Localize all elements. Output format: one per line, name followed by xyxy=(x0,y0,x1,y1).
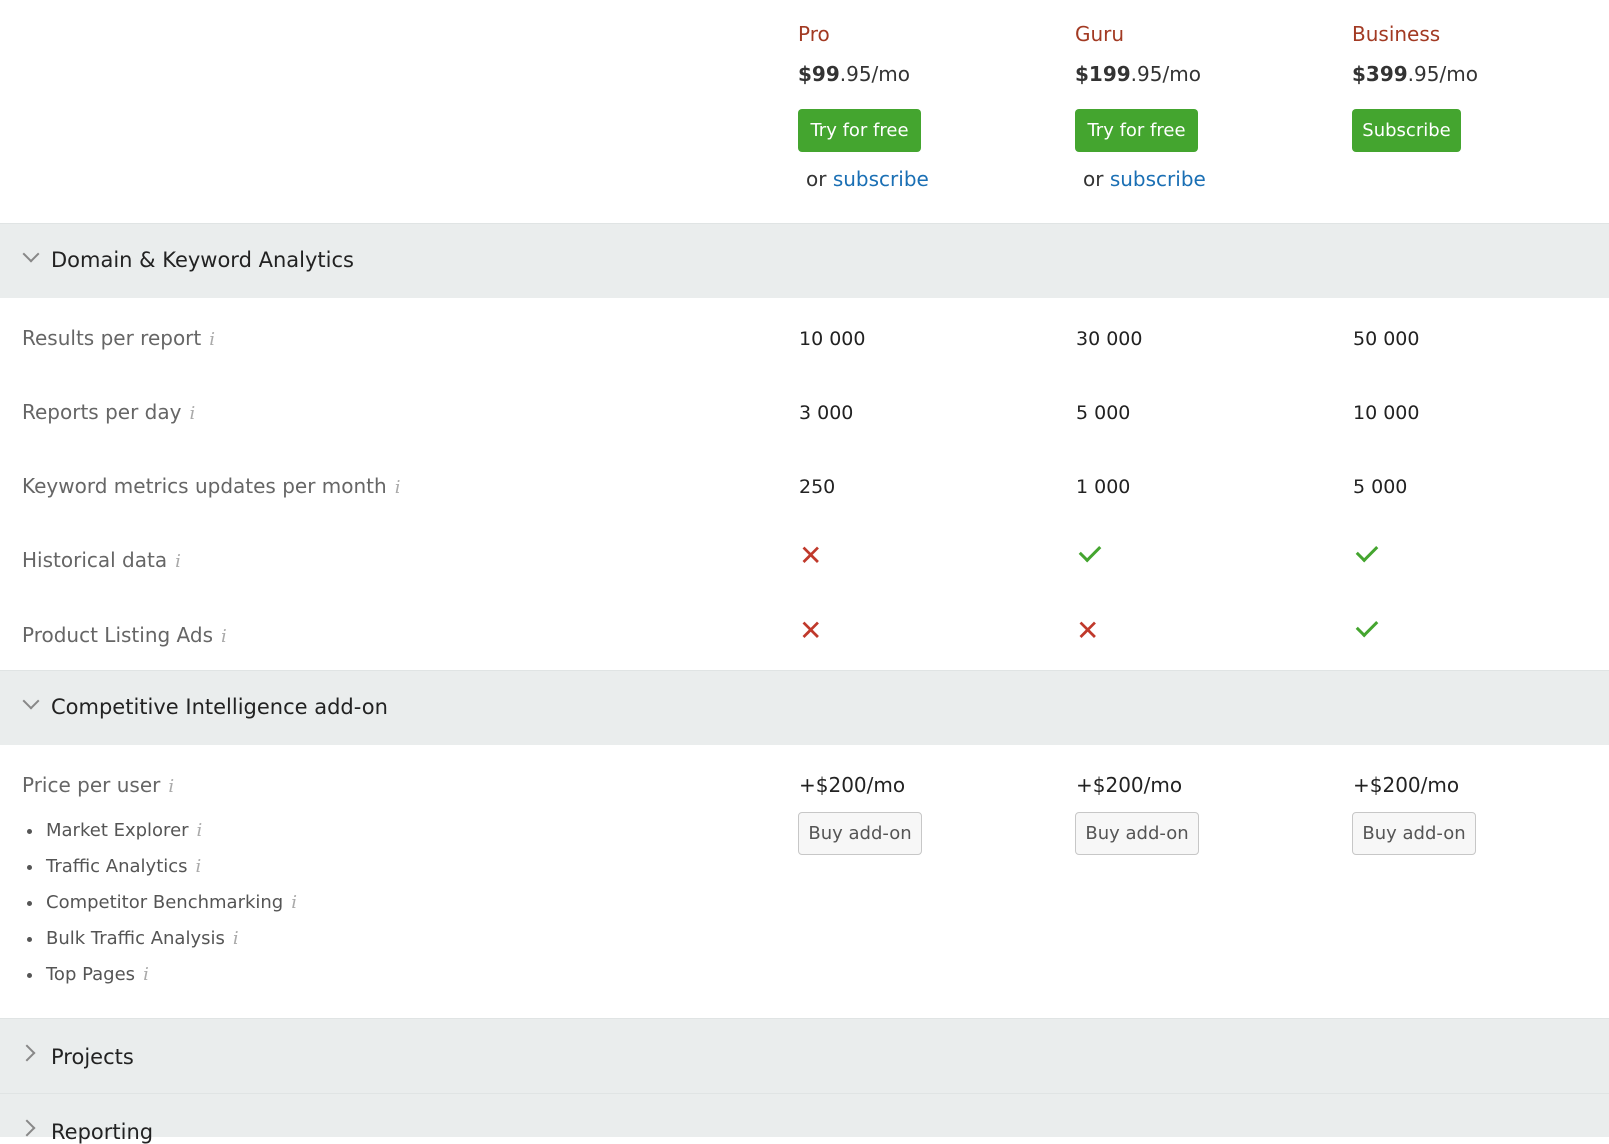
info-icon[interactable]: i xyxy=(189,403,195,424)
cross-icon: ✕ xyxy=(799,539,823,572)
section-reporting[interactable]: Reporting xyxy=(0,1093,1609,1144)
row-label: Product Listing Ads i xyxy=(22,623,227,647)
subscribe-link[interactable]: subscribe xyxy=(833,167,929,191)
plan-name: Business xyxy=(1352,22,1441,46)
cell-value: 1 000 xyxy=(1076,476,1131,498)
cell-value: 5 000 xyxy=(1353,476,1408,498)
info-icon[interactable]: i xyxy=(291,892,297,913)
row-label: Results per report i xyxy=(22,326,216,350)
chevron-right-icon xyxy=(18,1119,36,1137)
chevron-down-icon xyxy=(22,692,40,710)
info-icon[interactable]: i xyxy=(221,626,227,647)
list-item: Top Pages i xyxy=(27,964,149,985)
cell-value: 10 000 xyxy=(799,328,866,350)
check-icon xyxy=(1355,614,1379,638)
subscribe-link[interactable]: subscribe xyxy=(1110,167,1206,191)
plan-name: Pro xyxy=(798,22,830,46)
addon-price: +$200/mo xyxy=(799,773,906,797)
info-icon[interactable]: i xyxy=(168,776,174,797)
bullet-icon xyxy=(27,900,32,906)
row-label: Historical data i xyxy=(22,548,181,572)
check-icon xyxy=(1355,539,1379,563)
bullet-icon xyxy=(27,828,32,834)
buy-addon-button[interactable]: Buy add-on xyxy=(1075,812,1199,855)
plan-price: $199.95/mo xyxy=(1075,62,1201,86)
chevron-down-icon xyxy=(22,245,40,263)
cell-value: 3 000 xyxy=(799,402,854,424)
plan-price: $99.95/mo xyxy=(798,62,911,86)
row-label: Reports per day i xyxy=(22,400,196,424)
list-item: Market Explorer i xyxy=(27,820,202,841)
section-domain-keyword-analytics[interactable]: Domain & Keyword Analytics xyxy=(0,223,1609,298)
row-label: Price per user i xyxy=(22,773,175,797)
info-icon[interactable]: i xyxy=(233,928,239,949)
cell-value: 50 000 xyxy=(1353,328,1420,350)
section-title: Competitive Intelligence add-on xyxy=(51,695,388,719)
addon-price: +$200/mo xyxy=(1076,773,1183,797)
chevron-right-icon xyxy=(18,1044,36,1062)
cross-icon: ✕ xyxy=(1076,614,1100,647)
section-title: Projects xyxy=(51,1045,134,1069)
list-item: Traffic Analytics i xyxy=(27,856,201,877)
info-icon[interactable]: i xyxy=(143,964,149,985)
try-for-free-button[interactable]: Try for free xyxy=(1075,109,1198,152)
row-label: Keyword metrics updates per month i xyxy=(22,474,401,498)
cell-value: 10 000 xyxy=(1353,402,1420,424)
list-item: Competitor Benchmarking i xyxy=(27,892,297,913)
check-icon xyxy=(1078,539,1102,563)
buy-addon-button[interactable]: Buy add-on xyxy=(798,812,922,855)
try-for-free-button[interactable]: Try for free xyxy=(798,109,921,152)
section-projects[interactable]: Projects xyxy=(0,1018,1609,1093)
section-title: Reporting xyxy=(51,1120,154,1144)
info-icon[interactable]: i xyxy=(209,329,215,350)
info-icon[interactable]: i xyxy=(175,551,181,572)
cross-icon: ✕ xyxy=(799,614,823,647)
list-item: Bulk Traffic Analysis i xyxy=(27,928,239,949)
addon-price: +$200/mo xyxy=(1353,773,1460,797)
bullet-icon xyxy=(27,936,32,942)
bullet-icon xyxy=(27,972,32,978)
bullet-icon xyxy=(27,864,32,870)
plan-name: Guru xyxy=(1075,22,1125,46)
plan-price: $399.95/mo xyxy=(1352,62,1478,86)
cell-value: 30 000 xyxy=(1076,328,1143,350)
section-competitive-intelligence[interactable]: Competitive Intelligence add-on xyxy=(0,670,1609,745)
or-subscribe: or subscribe xyxy=(806,167,929,191)
subscribe-button[interactable]: Subscribe xyxy=(1352,109,1461,152)
info-icon[interactable]: i xyxy=(197,820,203,841)
cell-value: 250 xyxy=(799,476,836,498)
or-subscribe: or subscribe xyxy=(1083,167,1206,191)
info-icon[interactable]: i xyxy=(395,477,401,498)
cell-value: 5 000 xyxy=(1076,402,1131,424)
info-icon[interactable]: i xyxy=(196,856,202,877)
section-title: Domain & Keyword Analytics xyxy=(51,248,354,272)
buy-addon-button[interactable]: Buy add-on xyxy=(1352,812,1476,855)
